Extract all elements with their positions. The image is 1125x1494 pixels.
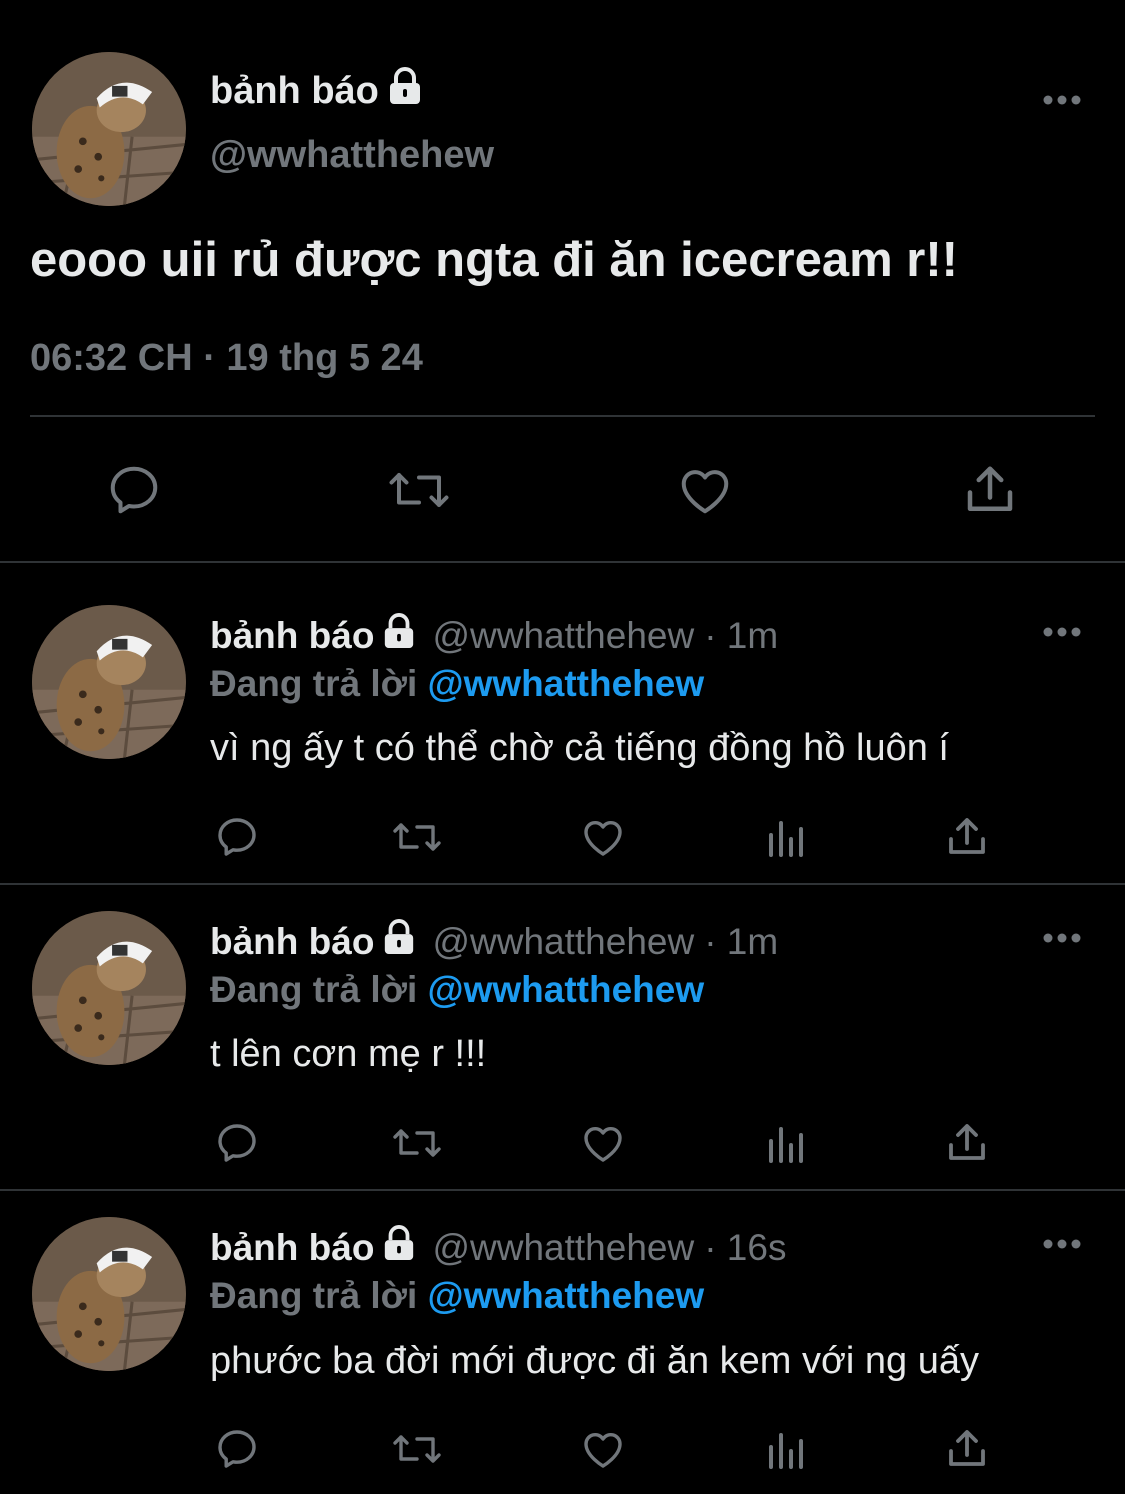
- divider: [0, 561, 1125, 563]
- tweet-timestamp[interactable]: 06:32 CH · 19 thg 5 24: [30, 337, 423, 380]
- retweet-icon[interactable]: [386, 460, 452, 520]
- share-icon[interactable]: [943, 1119, 991, 1167]
- like-icon[interactable]: [579, 1119, 627, 1167]
- handle[interactable]: @wwhatthehew: [432, 615, 694, 657]
- share-icon[interactable]: [960, 460, 1020, 520]
- divider: [0, 1189, 1125, 1191]
- avatar[interactable]: [32, 605, 186, 759]
- lock-icon: [382, 612, 416, 659]
- handle[interactable]: @wwhatthehew: [432, 1227, 694, 1269]
- mention-link[interactable]: @wwhatthehew: [428, 1275, 705, 1316]
- tweet-time[interactable]: · 1m: [704, 921, 778, 963]
- reply-icon[interactable]: [213, 813, 261, 861]
- lock-icon: [382, 918, 416, 965]
- more-options-icon[interactable]: [1042, 1238, 1082, 1250]
- handle[interactable]: @wwhatthehew: [210, 134, 494, 177]
- reply-icon[interactable]: [213, 1425, 261, 1473]
- tweet-time[interactable]: · 1m: [704, 615, 778, 657]
- avatar[interactable]: [32, 52, 186, 206]
- divider: [30, 415, 1095, 417]
- more-options-icon[interactable]: [1042, 626, 1082, 638]
- analytics-icon[interactable]: [763, 1119, 811, 1167]
- reply-header: bảnh báo @wwhatthehew · 1m: [210, 918, 778, 965]
- mention-link[interactable]: @wwhatthehew: [428, 969, 705, 1010]
- share-icon[interactable]: [943, 813, 991, 861]
- replying-to: Đang trả lời @wwhatthehew: [210, 969, 705, 1010]
- display-name[interactable]: bảnh báo: [210, 921, 374, 963]
- display-name[interactable]: bảnh báo: [210, 615, 374, 657]
- replying-to: Đang trả lời @wwhatthehew: [210, 663, 705, 704]
- analytics-icon[interactable]: [763, 1425, 811, 1473]
- like-icon[interactable]: [579, 1425, 627, 1473]
- retweet-icon[interactable]: [390, 1425, 444, 1473]
- replying-to: Đang trả lời @wwhatthehew: [210, 1275, 705, 1316]
- reply-header: bảnh báo @wwhatthehew · 16s: [210, 1224, 786, 1271]
- retweet-icon[interactable]: [390, 813, 444, 861]
- tweet-time[interactable]: · 16s: [704, 1227, 786, 1269]
- avatar[interactable]: [32, 1217, 186, 1371]
- mention-link[interactable]: @wwhatthehew: [428, 663, 705, 704]
- share-icon[interactable]: [943, 1425, 991, 1473]
- like-icon[interactable]: [579, 813, 627, 861]
- reply-text: phước ba đời mới được đi ăn kem với ng u…: [210, 1340, 979, 1382]
- lock-icon: [387, 66, 423, 116]
- more-options-icon[interactable]: [1042, 932, 1082, 944]
- handle[interactable]: @wwhatthehew: [432, 921, 694, 963]
- retweet-icon[interactable]: [390, 1119, 444, 1167]
- display-name[interactable]: bảnh báo: [210, 66, 423, 116]
- reply-header: bảnh báo @wwhatthehew · 1m: [210, 612, 778, 659]
- lock-icon: [382, 1224, 416, 1271]
- analytics-icon[interactable]: [763, 813, 811, 861]
- reply-text: vì ng ấy t có thể chờ cả tiếng đồng hồ l…: [210, 727, 949, 769]
- reply-icon[interactable]: [104, 460, 164, 520]
- display-name[interactable]: bảnh báo: [210, 1227, 374, 1269]
- avatar[interactable]: [32, 911, 186, 1065]
- divider: [0, 883, 1125, 885]
- reply-text: t lên cơn mẹ r !!!: [210, 1033, 487, 1075]
- more-options-icon[interactable]: [1042, 94, 1082, 106]
- reply-icon[interactable]: [213, 1119, 261, 1167]
- tweet-text: eooo uii rủ được ngta đi ăn icecream r!!: [30, 233, 958, 287]
- like-icon[interactable]: [675, 460, 735, 520]
